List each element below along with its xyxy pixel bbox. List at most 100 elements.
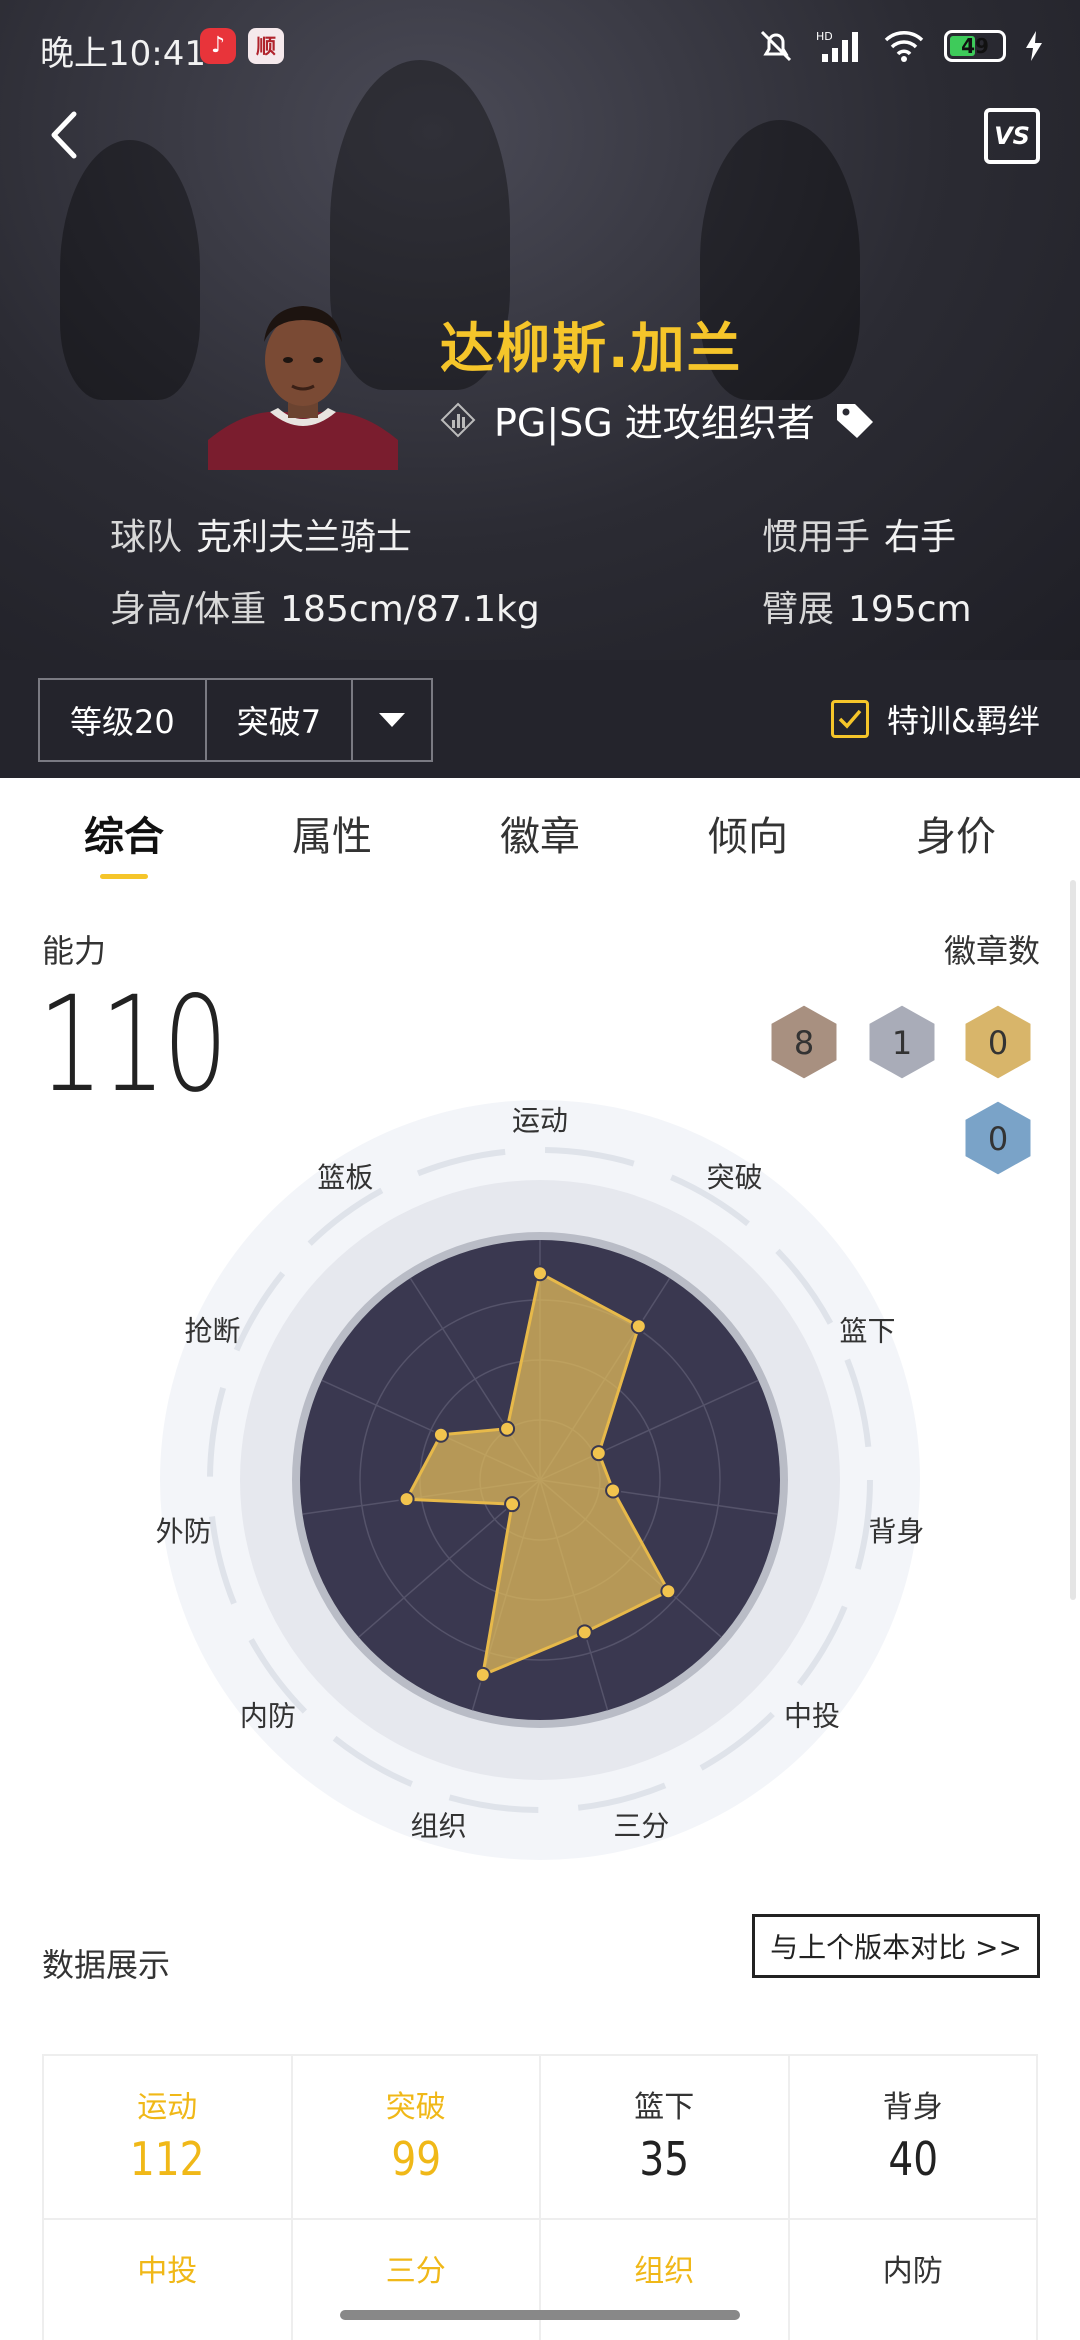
stat-value: 40 (887, 2132, 938, 2186)
silver-badge-value: 1 (892, 1024, 912, 1062)
status-icons: HD 49 (756, 26, 1044, 66)
stat-cell: 内防 (790, 2220, 1038, 2340)
player-header: 晚上10:41 ♪ 顺 HD 49 VS 达柳斯.加兰 PG|SG 进攻组织者 … (0, 0, 1080, 660)
battery-icon: 49 (944, 30, 1006, 62)
stat-value: 35 (639, 2132, 690, 2186)
hand-value: 右手 (884, 517, 957, 558)
signal-icon: HD (816, 30, 858, 62)
radar-point-1 (630, 1318, 647, 1335)
wingspan-info: 臂展 195cm (762, 580, 972, 632)
tab-value[interactable]: 身价 (866, 778, 1046, 888)
stat-label: 突破 (385, 2090, 446, 2125)
radar-axis-label: 外防 (156, 1515, 212, 1548)
tag-icon[interactable] (833, 398, 877, 442)
position-row: PG|SG 进攻组织者 (440, 392, 877, 447)
stat-cell: 运动 112 (44, 2056, 293, 2220)
home-indicator[interactable] (340, 2310, 740, 2320)
hd-label: HD (816, 30, 833, 43)
radar-axis-label: 篮板 (317, 1161, 373, 1194)
back-arrow-icon[interactable] (30, 100, 100, 170)
radar-axis-label: 三分 (613, 1809, 669, 1842)
gold-badge-count[interactable]: 0 (962, 1002, 1034, 1082)
wingspan-label: 臂展 (762, 589, 835, 630)
stat-cell: 背身 40 (789, 2056, 1038, 2220)
stat-label: 背身 (882, 2090, 943, 2125)
stat-value: 112 (129, 2132, 205, 2186)
silver-badge-count[interactable]: 1 (866, 1002, 938, 1082)
radar-point-3 (605, 1482, 622, 1499)
body-info: 身高/体重 185cm/87.1kg (110, 580, 540, 632)
stat-label: 运动 (137, 2090, 198, 2125)
stat-label: 中投 (137, 2254, 198, 2289)
stat-value: 99 (390, 2132, 441, 2186)
hand-label: 惯用手 (762, 517, 871, 558)
radar-axis-label: 抢断 (185, 1314, 241, 1347)
radar-axis-label: 篮下 (839, 1314, 895, 1347)
tab-badges[interactable]: 徽章 (450, 778, 630, 888)
body-label: 身高/体重 (110, 589, 267, 630)
stat-cell: 三分 (293, 2220, 541, 2340)
tab-attributes[interactable]: 属性 (242, 778, 422, 888)
radar-point-2 (590, 1445, 607, 1462)
radar-axis-label: 背身 (868, 1515, 924, 1548)
position-icon (440, 402, 476, 437)
charging-icon (1026, 31, 1042, 61)
compare-version-button[interactable]: 与上个版本对比 >> (752, 1914, 1040, 1978)
player-avatar (208, 306, 398, 470)
radar-axis-label: 突破 (707, 1161, 763, 1194)
stat-cell: 中投 (44, 2220, 293, 2340)
level-selector: 等级20 突破7 (38, 678, 434, 762)
radar-point-0 (532, 1265, 548, 1282)
radar-point-9 (432, 1426, 449, 1443)
breakthrough-select[interactable]: 突破7 (207, 680, 354, 760)
bronze-badge-count[interactable]: 8 (768, 1002, 840, 1082)
stat-label: 组织 (634, 2254, 695, 2289)
stat-cell: 组织 (541, 2220, 790, 2340)
tab-tendencies[interactable]: 倾向 (658, 778, 838, 888)
special-training-checkbox[interactable] (831, 700, 870, 738)
netease-music-icon: ♪ (200, 28, 236, 64)
level-select[interactable]: 等级20 (40, 680, 207, 760)
gold-badge-value: 0 (988, 1024, 1008, 1062)
status-bar: 晚上10:41 ♪ 顺 HD 49 (0, 0, 1080, 100)
level-bar: 等级20 突破7 特训&羁绊 (0, 660, 1080, 778)
radar-axis-label: 组织 (411, 1809, 467, 1842)
bronze-badge-value: 8 (794, 1024, 814, 1062)
team-info: 球队 克利夫兰骑士 (110, 508, 412, 560)
team-value: 克利夫兰骑士 (196, 517, 413, 558)
radar-point-10 (499, 1420, 516, 1437)
player-name: 达柳斯.加兰 (440, 317, 743, 380)
data-section-title: 数据展示 (42, 1946, 171, 1984)
check-icon (838, 709, 862, 729)
radar-axis-label: 中投 (784, 1700, 840, 1733)
wingspan-value: 195cm (848, 589, 972, 630)
hand-info: 惯用手 右手 (762, 508, 956, 560)
special-training-toggle[interactable]: 特训&羁绊 (831, 696, 1040, 742)
stat-label: 篮下 (634, 2090, 695, 2125)
level-dropdown-button[interactable] (353, 680, 431, 760)
radar-point-5 (576, 1624, 593, 1641)
radar-point-4 (660, 1583, 677, 1600)
radar-point-6 (474, 1666, 491, 1683)
radar-point-8 (398, 1491, 415, 1508)
ability-label: 能力 (42, 932, 107, 970)
stat-label: 内防 (882, 2254, 943, 2289)
stat-label: 三分 (385, 2254, 446, 2289)
ability-radar-chart: 运动 突破 篮下 背身 中投 三分 组织 内防 外防 抢断 篮板 (0, 1080, 1080, 1880)
chevron-down-icon (379, 713, 406, 727)
radar-point-7 (504, 1496, 521, 1513)
radar-svg: 运动突破篮下背身中投三分 组织 内防 外防 抢断 篮板 (156, 1100, 924, 1860)
stat-cell: 突破 99 (292, 2056, 541, 2220)
stats-grid: 运动 112 突破 99 篮下 35 背身 40 中投 三分 组织 内防 (42, 2054, 1038, 2340)
battery-level: 49 (961, 34, 989, 58)
player-position: PG|SG 进攻组织者 (494, 401, 815, 445)
background-silhouette (60, 140, 200, 400)
vs-compare-button[interactable]: VS (984, 108, 1040, 164)
mute-icon (760, 30, 792, 62)
special-training-label: 特训&羁绊 (887, 702, 1040, 740)
team-label: 球队 (110, 517, 183, 558)
stat-cell: 篮下 35 (541, 2056, 790, 2220)
wifi-icon (884, 31, 924, 62)
tab-overview[interactable]: 综合 (34, 778, 214, 888)
radar-axis-label: 运动 (512, 1104, 568, 1137)
